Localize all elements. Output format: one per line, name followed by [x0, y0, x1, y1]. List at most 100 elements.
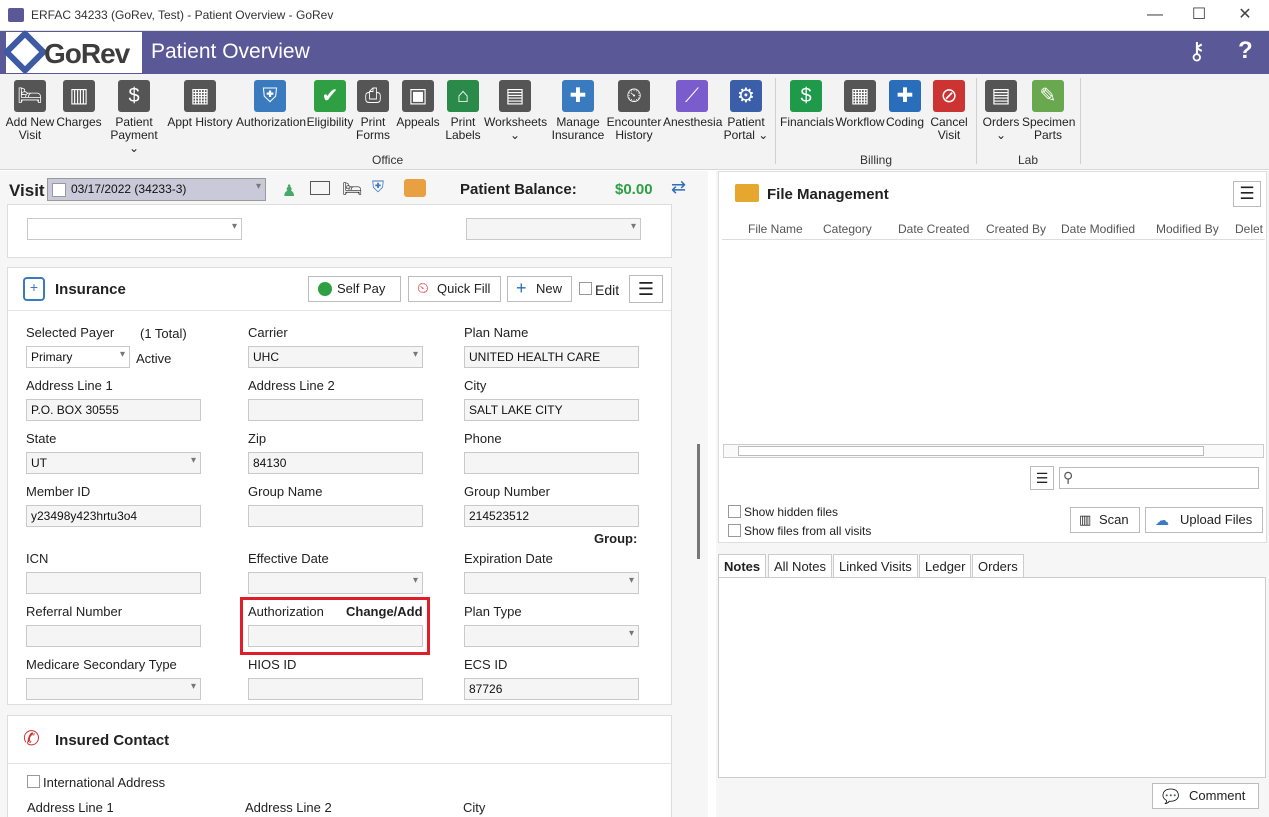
tab-orders[interactable]: Orders [972, 554, 1024, 578]
app-icon [8, 8, 24, 22]
tab-notes[interactable]: Notes [718, 554, 767, 578]
insured-contact-card: ✆ Insured Contact International Address … [7, 715, 672, 817]
address2-field[interactable] [248, 399, 423, 421]
hios-id-field[interactable] [248, 678, 423, 700]
ribbon-print-button[interactable]: ⌂ Print Labels [440, 78, 486, 142]
refresh-icon[interactable]: ⇄ [671, 177, 686, 198]
ribbon-button-label: Print Labels [445, 115, 481, 142]
comment-button[interactable]: 💬 Comment [1152, 783, 1259, 809]
group-number-field[interactable]: 214523512 [464, 505, 639, 527]
effective-date-picker[interactable] [248, 572, 423, 594]
col-category[interactable]: Category [823, 222, 872, 236]
list-icon[interactable]: ☰ [1030, 466, 1054, 490]
page-title: Patient Overview [151, 40, 310, 63]
col-file-name[interactable]: File Name [748, 222, 803, 236]
ribbon-print-button[interactable]: ⎙ Print Forms [350, 78, 396, 142]
ribbon-button-label: Manage Insurance [551, 115, 605, 142]
file-search-input[interactable]: ⚲ [1059, 467, 1259, 489]
ribbon-worksheets-button[interactable]: ▤ Worksheets ⌄ [484, 78, 547, 142]
maximize-button[interactable]: ☐ [1184, 4, 1214, 26]
show-hidden-checkbox[interactable] [728, 505, 741, 518]
bed-icon[interactable]: 🛏 [342, 179, 362, 199]
ribbon-authorization-button[interactable]: ⛨ Authorization [236, 78, 306, 129]
ecs-id-field[interactable]: 87726 [464, 678, 639, 700]
city-field[interactable]: SALT LAKE CITY [464, 399, 639, 421]
medicare-secondary-select[interactable] [26, 678, 201, 700]
ribbon-encounter-button[interactable]: ⏲ Encounter History [604, 78, 664, 142]
ribbon-eligibility-button[interactable]: ✔ Eligibility [305, 78, 355, 129]
ribbon-patient-button[interactable]: ⚙ Patient Portal ⌄ [720, 78, 772, 142]
expiration-date-picker[interactable] [464, 572, 639, 594]
file-menu-icon[interactable]: ☰ [1233, 181, 1261, 207]
plan-name-field[interactable]: UNITED HEALTH CARE [464, 346, 639, 368]
ribbon-manage-button[interactable]: ✚ Manage Insurance [548, 78, 608, 142]
col-date-created[interactable]: Date Created [898, 222, 969, 236]
col-date-modified[interactable]: Date Modified [1061, 222, 1135, 236]
notes-area[interactable] [718, 577, 1266, 778]
show-all-visits-checkbox[interactable] [728, 524, 741, 537]
help-icon[interactable]: ? [1238, 37, 1253, 65]
insurance-shield-icon[interactable]: ⛨ [372, 179, 384, 197]
wallet-icon[interactable] [404, 179, 426, 197]
col-delete[interactable]: Delet [1235, 222, 1263, 236]
calendar-icon: ▦ [184, 80, 216, 112]
referral-number-field[interactable] [26, 625, 201, 647]
followup-status-select[interactable] [466, 218, 641, 240]
date-last-seen-select[interactable] [27, 218, 242, 240]
tab-all-notes[interactable]: All Notes [768, 554, 833, 578]
ecs-id-label: ECS ID [464, 657, 508, 672]
ribbon-appeals-button[interactable]: ▣ Appeals [395, 78, 441, 129]
tab-ledger[interactable]: Ledger [919, 554, 972, 578]
self-pay-button[interactable]: Self Pay [308, 276, 401, 302]
edit-checkbox[interactable] [579, 282, 592, 295]
close-button[interactable]: ✕ [1230, 4, 1260, 26]
patient-panel: Visit 03/17/2022 (34233-3) ♟ 🛏 ⛨ Patient… [0, 171, 708, 817]
ribbon-orders-button[interactable]: ▤ Orders ⌄ [980, 78, 1022, 142]
international-address-checkbox[interactable] [27, 775, 40, 788]
ribbon-add-new-button[interactable]: 🛏 Add New Visit [2, 78, 58, 142]
visit-bar: Visit 03/17/2022 (34233-3) ♟ 🛏 ⛨ Patient… [0, 171, 708, 206]
col-modified-by[interactable]: Modified By [1156, 222, 1219, 236]
member-id-field[interactable]: y23498y423hrtu3o4 [26, 505, 201, 527]
ribbon-anesthesia-button[interactable]: ⟋ Anesthesia [663, 78, 722, 129]
insured-city-label: City [463, 800, 486, 815]
app-header: GoRev Patient Overview ⚷ ? [0, 29, 1269, 75]
ribbon-toolbar: Office Billing Lab 🛏 Add New Visit ▥ Charge… [0, 74, 1269, 170]
ribbon-patient-button[interactable]: $ Patient Payment ⌄ [106, 78, 162, 155]
state-select[interactable]: UT [26, 452, 201, 474]
tab-linked-visits[interactable]: Linked Visits [833, 554, 918, 578]
upload-files-button[interactable]: ☁ Upload Files [1145, 507, 1263, 533]
carrier-select[interactable]: UHC [248, 346, 423, 368]
ribbon-financials-button[interactable]: $ Financials [780, 78, 834, 129]
ribbon-coding-button[interactable]: ✚ Coding [880, 78, 930, 129]
plan-name-label: Plan Name [464, 325, 529, 340]
ribbon-button-label: Print Forms [356, 115, 390, 142]
ribbon-specimen-button[interactable]: ✎ Specimen Parts [1022, 78, 1076, 142]
ribbon-appt-history-button[interactable]: ▦ Appt History [166, 78, 234, 129]
group-name-field[interactable] [248, 505, 423, 527]
selected-payer-select[interactable]: Primary [26, 346, 130, 368]
workflow-icon: ▦ [844, 80, 876, 112]
ribbon-cancel-button[interactable]: ⊘ Cancel Visit [928, 78, 970, 142]
scan-button[interactable]: ▥ Scan [1070, 507, 1140, 533]
ribbon-button-label: Specimen Parts [1022, 115, 1076, 142]
quick-fill-button[interactable]: ⏲ Quick Fill [408, 276, 501, 302]
visit-select[interactable]: 03/17/2022 (34233-3) [47, 178, 266, 201]
left-scrollbar[interactable] [697, 444, 700, 559]
tag-icon: ⌂ [447, 80, 479, 112]
phone-field[interactable] [464, 452, 639, 474]
ribbon-charges-button[interactable]: ▥ Charges [53, 78, 105, 129]
new-button[interactable]: + New [507, 276, 572, 302]
patient-icon[interactable]: ♟ [282, 181, 296, 201]
file-hscrollbar[interactable] [723, 444, 1264, 458]
insurance-menu-icon[interactable]: ☰ [629, 275, 663, 303]
zip-field[interactable]: 84130 [248, 452, 423, 474]
col-created-by[interactable]: Created By [986, 222, 1046, 236]
window-titlebar: ERFAC 34233 (GoRev, Test) - Patient Over… [0, 0, 1269, 31]
keys-icon[interactable]: ⚷ [1188, 37, 1206, 66]
id-card-icon[interactable] [310, 181, 330, 195]
minimize-button[interactable]: — [1140, 4, 1170, 26]
plan-type-select[interactable] [464, 625, 639, 647]
icn-field[interactable] [26, 572, 201, 594]
address1-field[interactable]: P.O. BOX 30555 [26, 399, 201, 421]
